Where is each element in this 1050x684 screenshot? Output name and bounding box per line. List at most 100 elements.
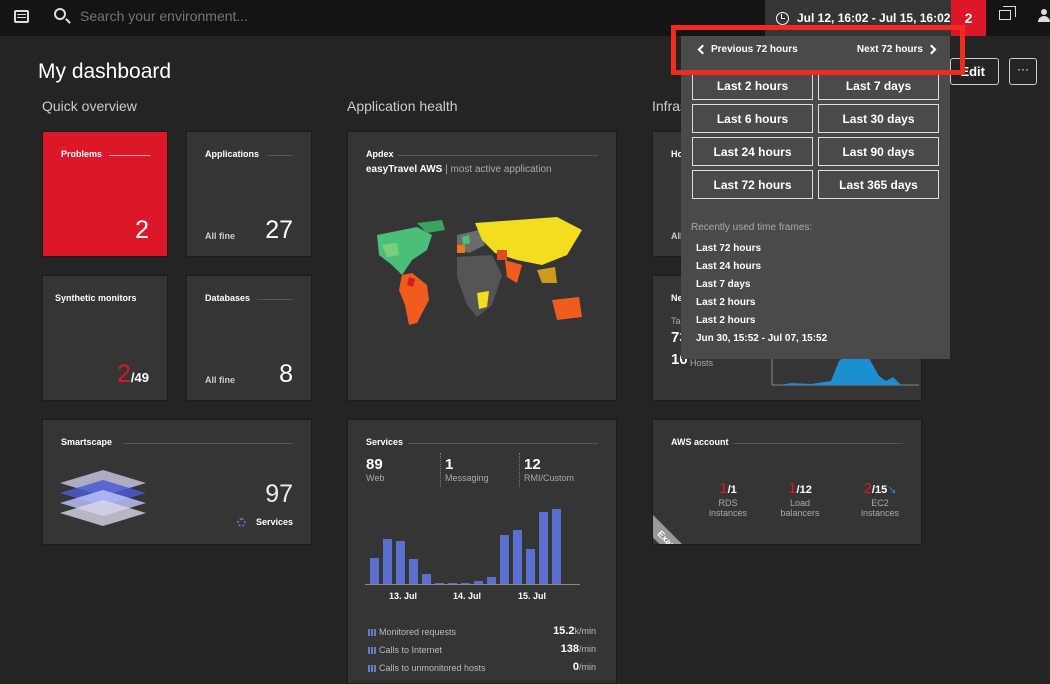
aws-load-balancers: 1/12 Load balancers [780,480,820,518]
chart-bar[interactable] [526,549,535,584]
tile-title: Applications [205,149,260,159]
menu-icon[interactable] [14,10,29,23]
chart-bar[interactable] [396,541,405,584]
user-icon[interactable] [1038,9,1050,23]
synthetic-failing: 2 [117,360,131,388]
option-last-7-days[interactable]: Last 7 days [818,71,939,100]
tile-title: Apdex [366,149,394,159]
databases-value: 8 [279,360,293,388]
tile-title: Smartscape [61,437,113,447]
chart-bar[interactable] [474,581,483,584]
tile-title: Problems [61,149,103,159]
chart-bar[interactable] [539,512,548,584]
hosts-label: Hosts [690,358,714,368]
services-bar-chart[interactable]: 13. Jul 14. Jul 15. Jul [365,502,585,608]
status-label: All fine [205,375,236,385]
chart-bar[interactable] [383,539,392,584]
trend-arrow-icon: ↘ [887,484,897,496]
tile-divider [398,155,598,156]
chart-x-label: 15. Jul [518,591,546,601]
aws-ec2: 2/15↘ EC2 instances [860,480,900,518]
applications-tile[interactable]: Applications All fine 27 [186,131,312,257]
section-application-health: Application health [347,98,458,114]
apdex-app-line: easyTravel AWS | most active application [366,164,552,175]
rmi-label: RMI/Custom [524,473,575,483]
bar-chart-icon [368,664,376,672]
timeframe-label: Jul 12, 16:02 - Jul 15, 16:02 [797,11,951,25]
services-messaging: 1 Messaging [440,453,489,487]
option-last-2-hours[interactable]: Last 2 hours [692,71,813,100]
databases-tile[interactable]: Databases All fine 8 [186,275,312,401]
tile-divider [408,443,598,444]
synthetic-total: /49 [130,370,149,385]
option-last-6-hours[interactable]: Last 6 hours [692,104,813,133]
chart-x-label: 14. Jul [453,591,481,601]
legend-label: Calls to Internet [379,645,443,655]
apdex-app-subtitle: | most active application [445,164,552,175]
more-button[interactable]: ··· [1009,58,1037,85]
recent-item[interactable]: Last 72 hours [696,243,761,254]
legend-value: 0/min [572,661,596,673]
windows-icon[interactable] [999,6,1016,20]
option-last-365-days[interactable]: Last 365 days [818,170,939,199]
example-ribbon: Example [653,515,703,544]
option-last-72-hours[interactable]: Last 72 hours [692,170,813,199]
recent-item[interactable]: Last 7 days [696,279,750,290]
chart-bar[interactable] [500,535,509,584]
legend-value: 138/min [560,643,596,655]
legend-monitored-requests: Monitored requests [368,627,456,637]
chart-bar[interactable] [461,583,470,584]
status-label: All fine [205,231,236,241]
recent-item[interactable]: Last 24 hours [696,261,761,272]
chart-bar[interactable] [370,558,379,584]
tile-divider [267,155,293,156]
messaging-label: Messaging [445,473,489,483]
chart-x-label: 13. Jul [389,591,417,601]
chart-bar[interactable] [422,574,431,584]
web-label: Web [366,473,385,483]
chart-bar[interactable] [487,577,496,584]
applications-value: 27 [265,216,293,244]
recent-item[interactable]: Jun 30, 15:52 - Jul 07, 15:52 [696,333,827,344]
chart-bar[interactable] [409,559,418,584]
tile-title: AWS account [671,437,729,447]
problems-value: 2 [135,216,149,244]
recent-item[interactable]: Last 2 hours [696,297,755,308]
messaging-count: 1 [445,456,454,473]
tile-divider [109,155,150,156]
chart-bar[interactable] [435,583,444,584]
chart-bar[interactable] [448,583,457,584]
chart-bar[interactable] [552,509,561,584]
clock-icon [776,11,789,25]
world-map[interactable] [357,205,597,345]
legend-value: 15.2k/min [553,625,596,637]
smartscape-value: 97 [265,480,293,508]
tile-title: Synthetic monitors [55,293,137,303]
services-label: Services [255,517,293,527]
synthetic-monitors-tile[interactable]: Synthetic monitors 2 /49 [42,275,168,401]
tile-title: Databases [205,293,251,303]
page-title: My dashboard [38,60,172,83]
services-icon [236,517,246,527]
services-rmi: 12 RMI/Custom [519,453,574,487]
highlight-box [671,25,965,75]
recent-timeframes-title: Recently used time frames: [691,222,813,233]
chart-bar[interactable] [513,530,522,584]
smartscape-tile[interactable]: Smartscape 97 Services [42,419,312,545]
option-last-90-days[interactable]: Last 90 days [818,137,939,166]
aws-account-tile[interactable]: AWS account Example 1/1 RDS instances 1/… [652,419,922,545]
timeframe-dropdown: Previous 72 hours Next 72 hours Last 2 h… [681,36,950,359]
section-quick-overview: Quick overview [42,98,137,114]
option-last-24-hours[interactable]: Last 24 hours [692,137,813,166]
option-last-30-days[interactable]: Last 30 days [818,104,939,133]
legend-calls-internet: Calls to Internet [368,645,442,655]
legend-label: Monitored requests [379,627,457,637]
apdex-app-name: easyTravel AWS [366,164,443,175]
tile-divider [257,299,293,300]
search-input[interactable] [80,8,380,24]
rmi-count: 12 [524,456,541,473]
bar-chart-icon [368,628,376,636]
bar-chart-icon [368,646,376,654]
problems-tile[interactable]: Problems 2 [42,131,168,257]
recent-item[interactable]: Last 2 hours [696,315,755,326]
